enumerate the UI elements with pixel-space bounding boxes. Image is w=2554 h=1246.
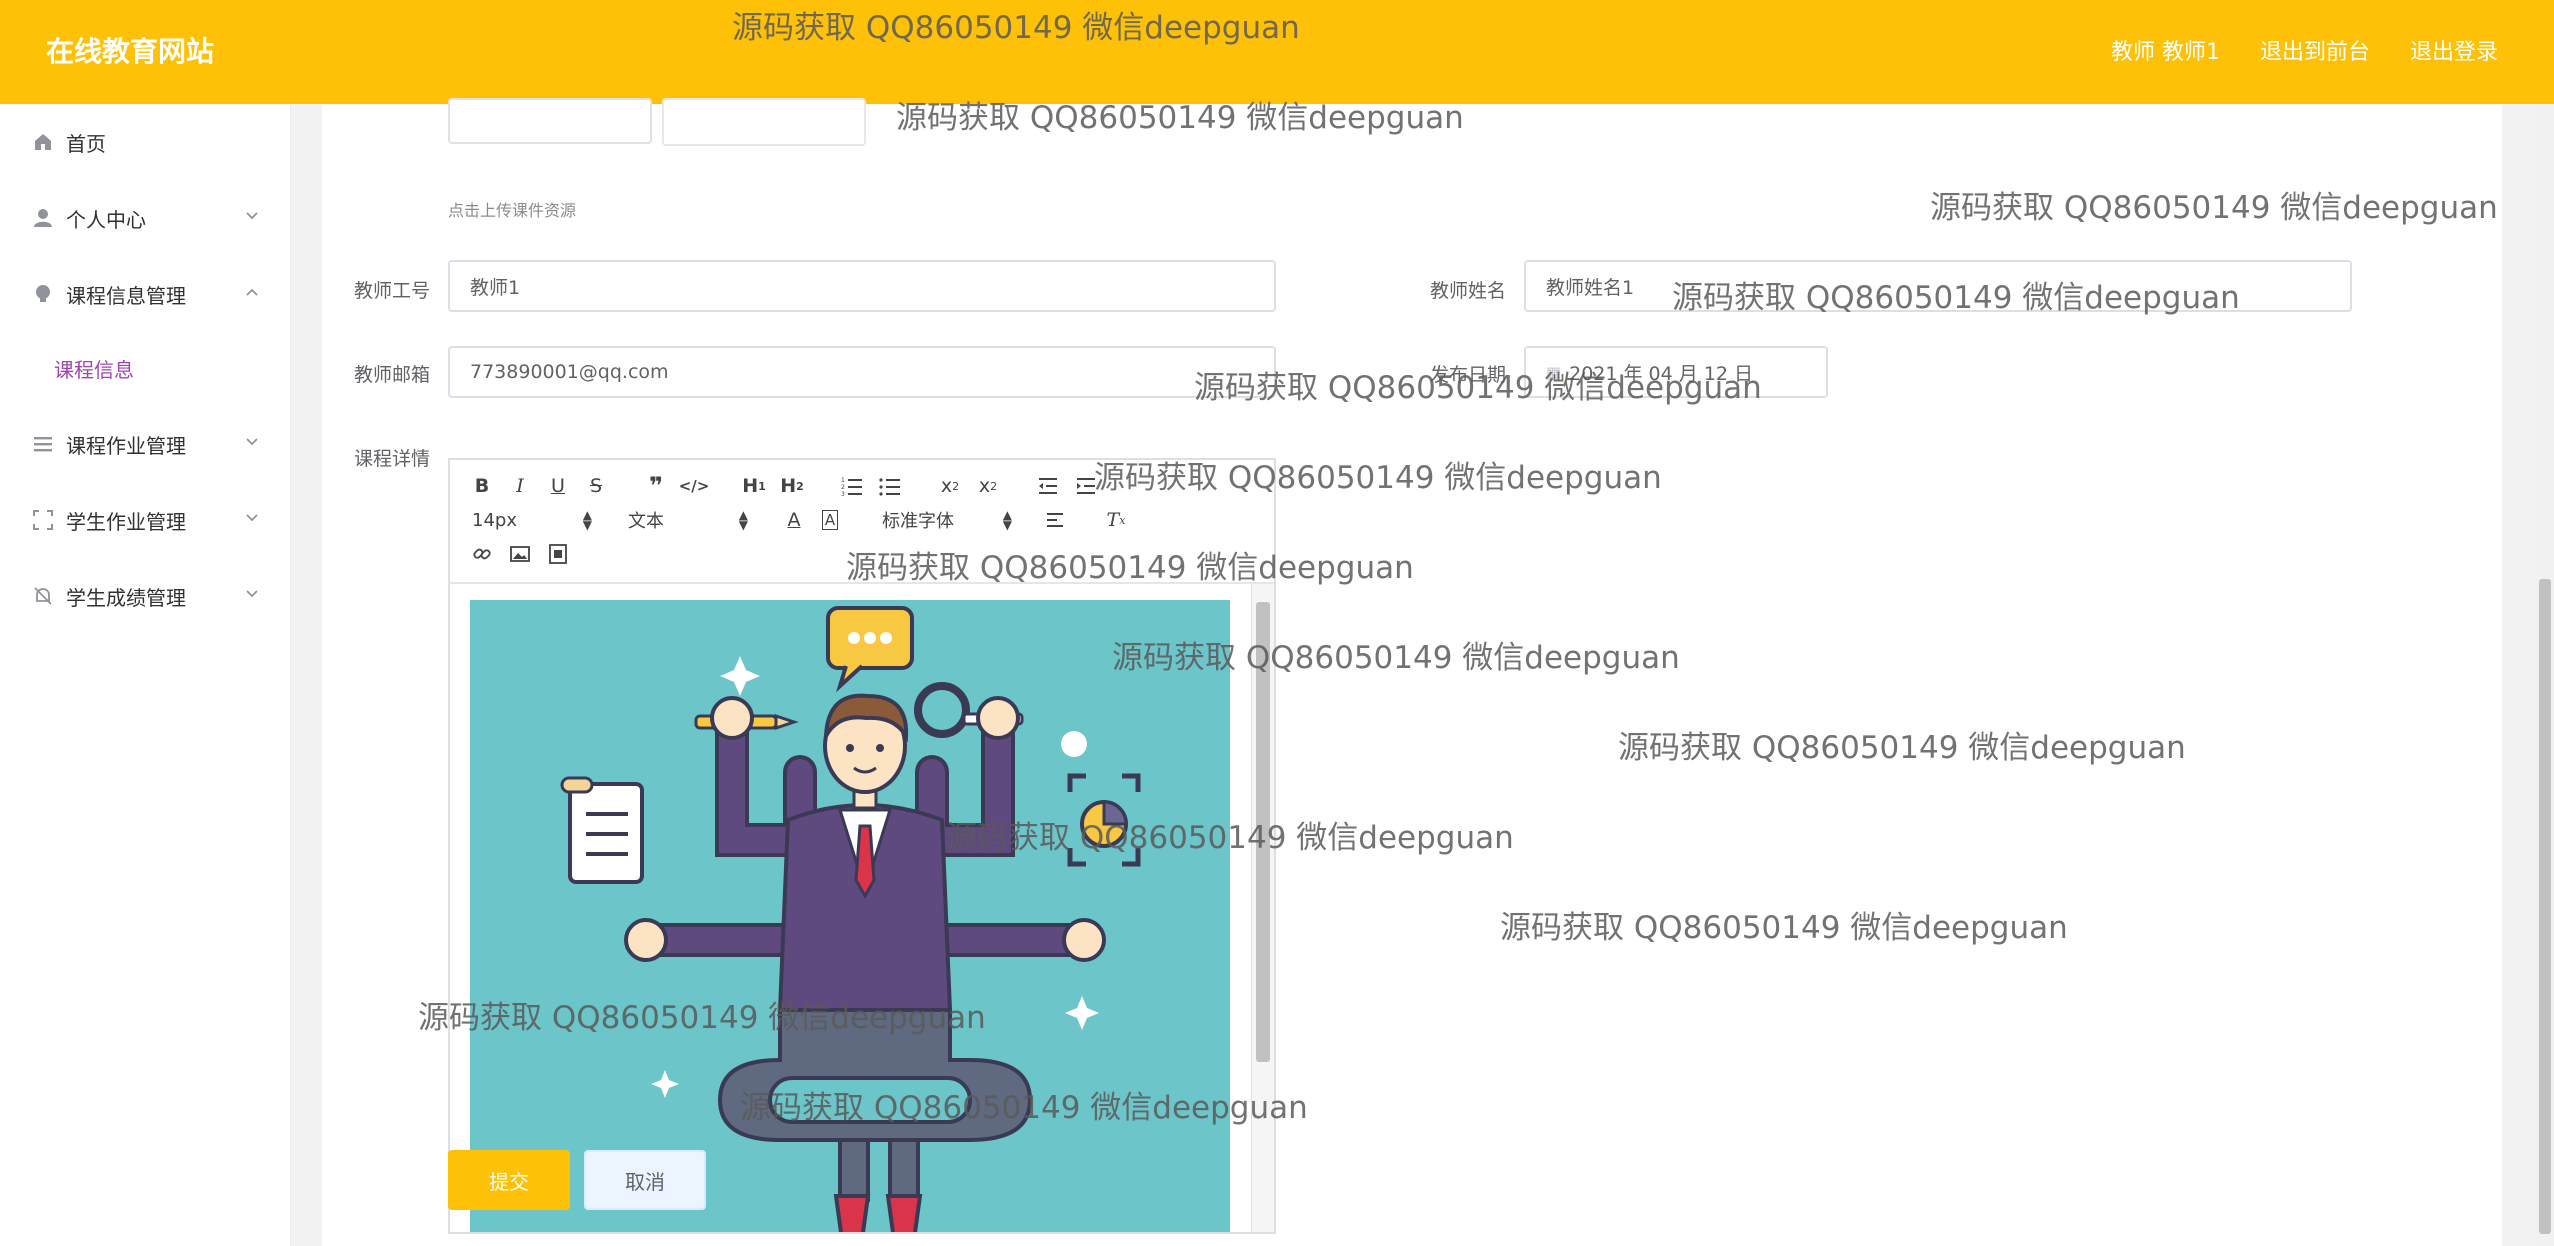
select-arrows-icon: ▲ ▼	[1002, 508, 1012, 532]
bullet-list-icon[interactable]	[876, 472, 904, 500]
svg-text:2: 2	[841, 484, 845, 491]
block-type-value: 文本	[628, 511, 664, 532]
sidebar-item-label: 课程信息管理	[66, 283, 186, 308]
strikethrough-icon[interactable]: S	[582, 472, 610, 500]
chevron-down-icon	[246, 438, 258, 446]
current-user-label: 教师 教师1	[2110, 40, 2220, 65]
bulb-icon	[32, 283, 54, 305]
editor-toolbar: B I U S ❞ </> H1 H2 123 x2 x2 14px ▲ ▼ 文…	[450, 460, 1274, 584]
teacher-name-label: 教师姓名	[1430, 280, 1507, 302]
blockquote-icon[interactable]: ❞	[642, 472, 670, 500]
teacher-id-field[interactable]: 教师1	[448, 260, 1276, 312]
publish-date-field[interactable]: ▦ 2021 年 04 月 12 日	[1524, 346, 1828, 398]
teacher-id-label: 教师工号	[354, 280, 431, 302]
svg-text:3: 3	[841, 491, 845, 496]
select-arrows-icon: ▲ ▼	[738, 508, 748, 532]
heading2-icon[interactable]: H2	[778, 472, 806, 500]
editor-content[interactable]	[450, 584, 1250, 1232]
email-label: 教师邮箱	[354, 364, 431, 386]
bold-icon[interactable]: B	[468, 472, 496, 500]
superscript-icon[interactable]: x2	[974, 472, 1002, 500]
font-size-value: 14px	[472, 509, 517, 531]
top-links: 教师 教师1 退出到前台 退出登录	[2111, 34, 2498, 66]
user-icon	[32, 207, 54, 229]
select-arrows-icon: ▲ ▼	[582, 508, 592, 532]
sidebar-item-label: 课程作业管理	[66, 433, 186, 458]
sidebar-item-label: 个人中心	[66, 207, 146, 232]
page-scrollbar-thumb[interactable]	[2539, 579, 2551, 1234]
publish-date-label: 发布日期	[1430, 364, 1507, 386]
sidebar-item-label: 课程信息	[54, 357, 134, 382]
editor-scrollbar[interactable]	[1251, 584, 1274, 1232]
subscript-icon[interactable]: x2	[936, 472, 964, 500]
course-details-label: 课程详情	[354, 448, 431, 470]
uploaded-file-card[interactable]	[448, 98, 652, 144]
svg-text:1: 1	[841, 477, 845, 484]
sidebar-item-student-homework-management[interactable]: 学生作业管理	[0, 482, 290, 558]
underline-icon[interactable]: U	[544, 472, 572, 500]
ordered-list-icon[interactable]: 123	[838, 472, 866, 500]
sidebar-item-student-grade-management[interactable]: 学生成绩管理	[0, 558, 290, 634]
home-icon	[32, 131, 54, 153]
page-scrollbar[interactable]	[2536, 104, 2554, 1246]
chevron-down-icon	[246, 514, 258, 522]
rich-text-editor: B I U S ❞ </> H1 H2 123 x2 x2 14px ▲ ▼ 文…	[448, 458, 1276, 1234]
font-family-value: 标准字体	[882, 511, 954, 532]
clear-format-icon[interactable]: Tx	[1102, 506, 1130, 534]
sidebar-item-label: 首页	[66, 131, 106, 156]
calendar-icon: ▦	[1546, 362, 1562, 382]
sidebar-item-personal-center[interactable]: 个人中心	[0, 180, 290, 256]
link-icon[interactable]	[468, 540, 496, 568]
chevron-up-icon	[246, 288, 258, 296]
background-color-icon[interactable]: A	[816, 506, 844, 534]
teacher-name-field[interactable]: 教师姓名1	[1524, 260, 2352, 312]
indent-icon[interactable]	[1072, 472, 1100, 500]
upload-hint: 点击上传课件资源	[448, 201, 577, 220]
logout-link[interactable]: 退出登录	[2410, 34, 2498, 66]
frame-icon	[32, 509, 54, 531]
upload-trigger[interactable]	[662, 98, 866, 146]
submit-button[interactable]: 提交	[448, 1150, 570, 1210]
font-color-icon[interactable]: A	[780, 506, 808, 534]
sidebar-item-course-info-management[interactable]: 课程信息管理	[0, 256, 290, 332]
chevron-down-icon	[246, 590, 258, 598]
sidebar-item-label: 学生成绩管理	[66, 585, 186, 610]
font-family-select[interactable]: 标准字体 ▲ ▼	[882, 506, 1012, 534]
cancel-button[interactable]: 取消	[584, 1150, 706, 1210]
sidebar: 首页 个人中心 课程信息管理 课程信息 课程作业管理 学生作业管理 学生成绩管理	[0, 104, 291, 1246]
align-icon[interactable]	[1042, 506, 1070, 534]
email-field[interactable]: 773890001@qq.com	[448, 346, 1276, 398]
multitasking-businessman-illustration	[470, 600, 1230, 1232]
list-icon	[32, 433, 54, 455]
back-to-frontend-link[interactable]: 退出到前台	[2260, 34, 2370, 66]
sidebar-item-label: 学生作业管理	[66, 509, 186, 534]
italic-icon[interactable]: I	[506, 472, 534, 500]
site-title: 在线教育网站	[46, 35, 215, 68]
top-bar: 在线教育网站 教师 教师1 退出到前台 退出登录	[0, 0, 2554, 104]
outdent-icon[interactable]	[1034, 472, 1062, 500]
image-icon[interactable]	[506, 540, 534, 568]
chevron-down-icon	[246, 212, 258, 220]
heading1-icon[interactable]: H1	[740, 472, 768, 500]
main-content: 点击上传课件资源 教师工号 教师1 教师姓名 教师姓名1 教师邮箱 773890…	[322, 98, 2502, 1246]
sidebar-item-course-info[interactable]: 课程信息	[0, 330, 290, 406]
sidebar-item-course-homework-management[interactable]: 课程作业管理	[0, 406, 290, 482]
video-icon[interactable]	[544, 540, 572, 568]
bell-off-icon	[32, 585, 54, 607]
font-size-select[interactable]: 14px ▲ ▼	[472, 506, 592, 534]
block-type-select[interactable]: 文本 ▲ ▼	[628, 506, 748, 534]
code-block-icon[interactable]: </>	[679, 472, 710, 500]
sidebar-item-home[interactable]: 首页	[0, 104, 290, 180]
publish-date-value: 2021 年 04 月 12 日	[1569, 362, 1754, 385]
editor-scrollbar-thumb[interactable]	[1256, 602, 1270, 1062]
